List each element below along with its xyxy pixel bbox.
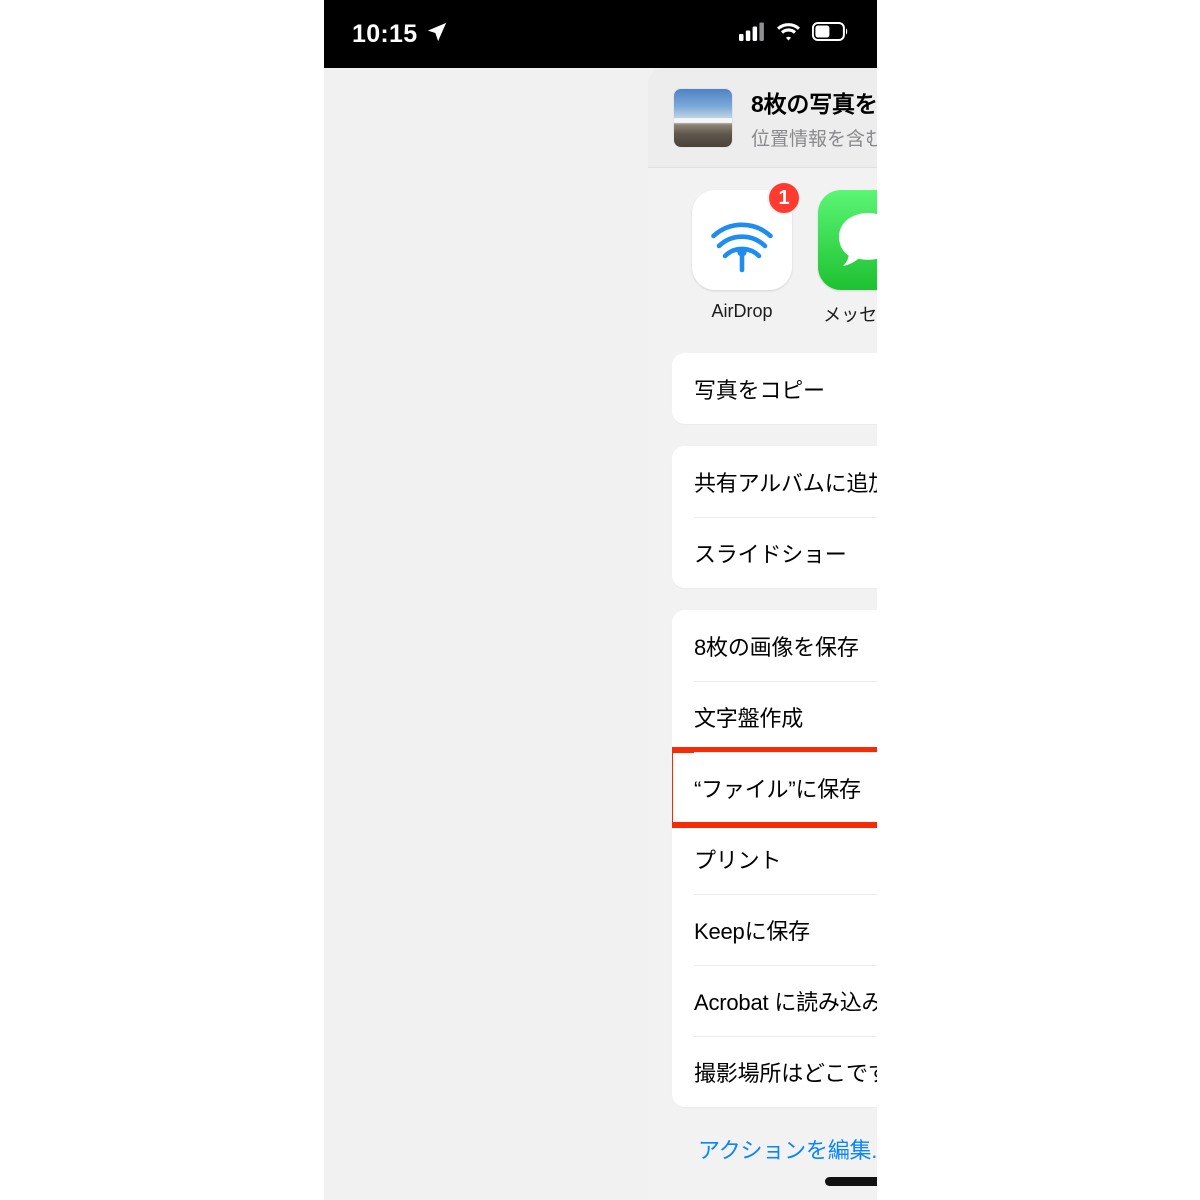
home-indicator[interactable]	[824, 1177, 877, 1186]
action-label: 文字盤作成	[694, 705, 804, 731]
action-row-where-was-this-taken[interactable]: 撮影場所はどこですか？	[672, 1036, 877, 1107]
action-groups: 写真をコピー 共有アルバムに追加 スライドショー 8枚の画像を保存 文字盤作成 …	[648, 345, 877, 1165]
action-group-1: 写真をコピー	[672, 353, 877, 424]
action-row-create-watch-face[interactable]: 文字盤作成	[672, 681, 877, 752]
share-sheet-header-text: 8枚の写真を選択中 位置情報を含む オプション ›	[751, 85, 877, 151]
action-group-2: 共有アルバムに追加 スライドショー	[672, 446, 877, 588]
action-row-copy-photos[interactable]: 写真をコピー	[672, 353, 877, 424]
phone-screen: 10:15 8枚の写真を 位置情報を含む 1 AirDrop メッセ 写真をコピ…	[324, 0, 877, 1200]
share-sheet: 8枚の写真を選択中 位置情報を含む オプション ›	[648, 68, 877, 1200]
action-label: プリント	[694, 847, 782, 873]
app-messages[interactable]: メッセージ	[818, 190, 877, 327]
action-row-add-to-shared-album[interactable]: 共有アルバムに追加	[672, 446, 877, 517]
action-label: “ファイル”に保存	[694, 776, 861, 802]
action-label: 8枚の画像を保存	[694, 634, 859, 660]
location-included-label: 位置情報を含む	[751, 128, 877, 150]
messages-icon	[818, 190, 877, 290]
action-group-3: 8枚の画像を保存 文字盤作成 “ファイル”に保存 プリント Keepに保存 Ac…	[672, 610, 877, 1107]
action-row-save-images[interactable]: 8枚の画像を保存	[672, 610, 877, 681]
status-bar: 10:15	[324, 0, 877, 68]
location-arrow-icon	[426, 21, 448, 48]
airdrop-badge: 1	[767, 181, 801, 215]
cellular-signal-icon	[739, 22, 765, 46]
photo-thumbnail[interactable]	[674, 88, 732, 147]
battery-icon	[811, 22, 849, 46]
action-label: 撮影場所はどこですか？	[694, 1060, 877, 1086]
action-label: スライドショー	[694, 541, 847, 567]
action-label: 共有アルバムに追加	[694, 470, 877, 496]
app-label: AirDrop	[711, 301, 773, 321]
action-label: Keepに保存	[694, 918, 810, 944]
action-row-save-to-keep[interactable]: Keepに保存	[672, 894, 877, 965]
share-sheet-header: 8枚の写真を選択中 位置情報を含む オプション ›	[648, 68, 877, 168]
wifi-icon	[776, 22, 801, 46]
action-row-print[interactable]: プリント	[672, 823, 877, 894]
airdrop-icon: 1	[692, 181, 801, 290]
edit-actions-button[interactable]: アクションを編集...	[672, 1129, 877, 1165]
share-sheet-subtitle-row: 位置情報を含む オプション ›	[751, 124, 877, 151]
status-bar-left: 10:15	[352, 20, 448, 49]
action-row-slideshow[interactable]: スライドショー	[672, 517, 877, 588]
app-airdrop[interactable]: 1 AirDrop	[692, 181, 801, 322]
app-share-row[interactable]: 1 AirDrop メッセージ	[648, 168, 877, 345]
action-label: Acrobat に読み込み	[694, 989, 877, 1015]
action-row-import-to-acrobat[interactable]: Acrobat に読み込み	[672, 965, 877, 1036]
action-label: 写真をコピー	[694, 377, 825, 403]
page-title: 8枚の写真を選択中	[751, 90, 877, 117]
status-time: 10:15	[352, 19, 418, 48]
action-row-save-to-files[interactable]: “ファイル”に保存	[672, 747, 877, 828]
app-label: メッセージ	[823, 305, 877, 325]
status-bar-right	[739, 22, 849, 46]
